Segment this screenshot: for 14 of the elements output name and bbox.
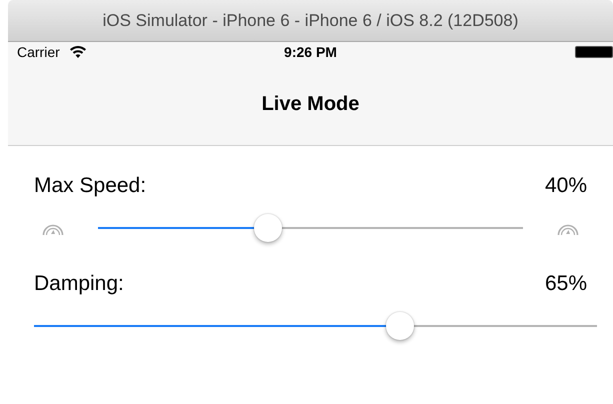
battery-icon [575, 46, 613, 58]
setting-value: 65% [544, 271, 587, 298]
setting-label: Damping: [34, 271, 124, 298]
setting-value: 40% [544, 173, 587, 200]
slider[interactable] [34, 312, 597, 340]
window-title: iOS Simulator - iPhone 6 - iPhone 6 / iOS 8.2 (12D508) [102, 10, 518, 32]
status-time: 9:26 PM [284, 42, 337, 62]
setting-label: Max Speed: [34, 173, 146, 200]
slider[interactable] [98, 214, 523, 242]
carrier-label: Carrier [17, 42, 60, 62]
slider-thumb[interactable] [386, 312, 414, 340]
navigation-title: Live Mode [262, 92, 360, 116]
wifi-icon [70, 46, 86, 58]
slider-thumb[interactable] [254, 214, 282, 242]
